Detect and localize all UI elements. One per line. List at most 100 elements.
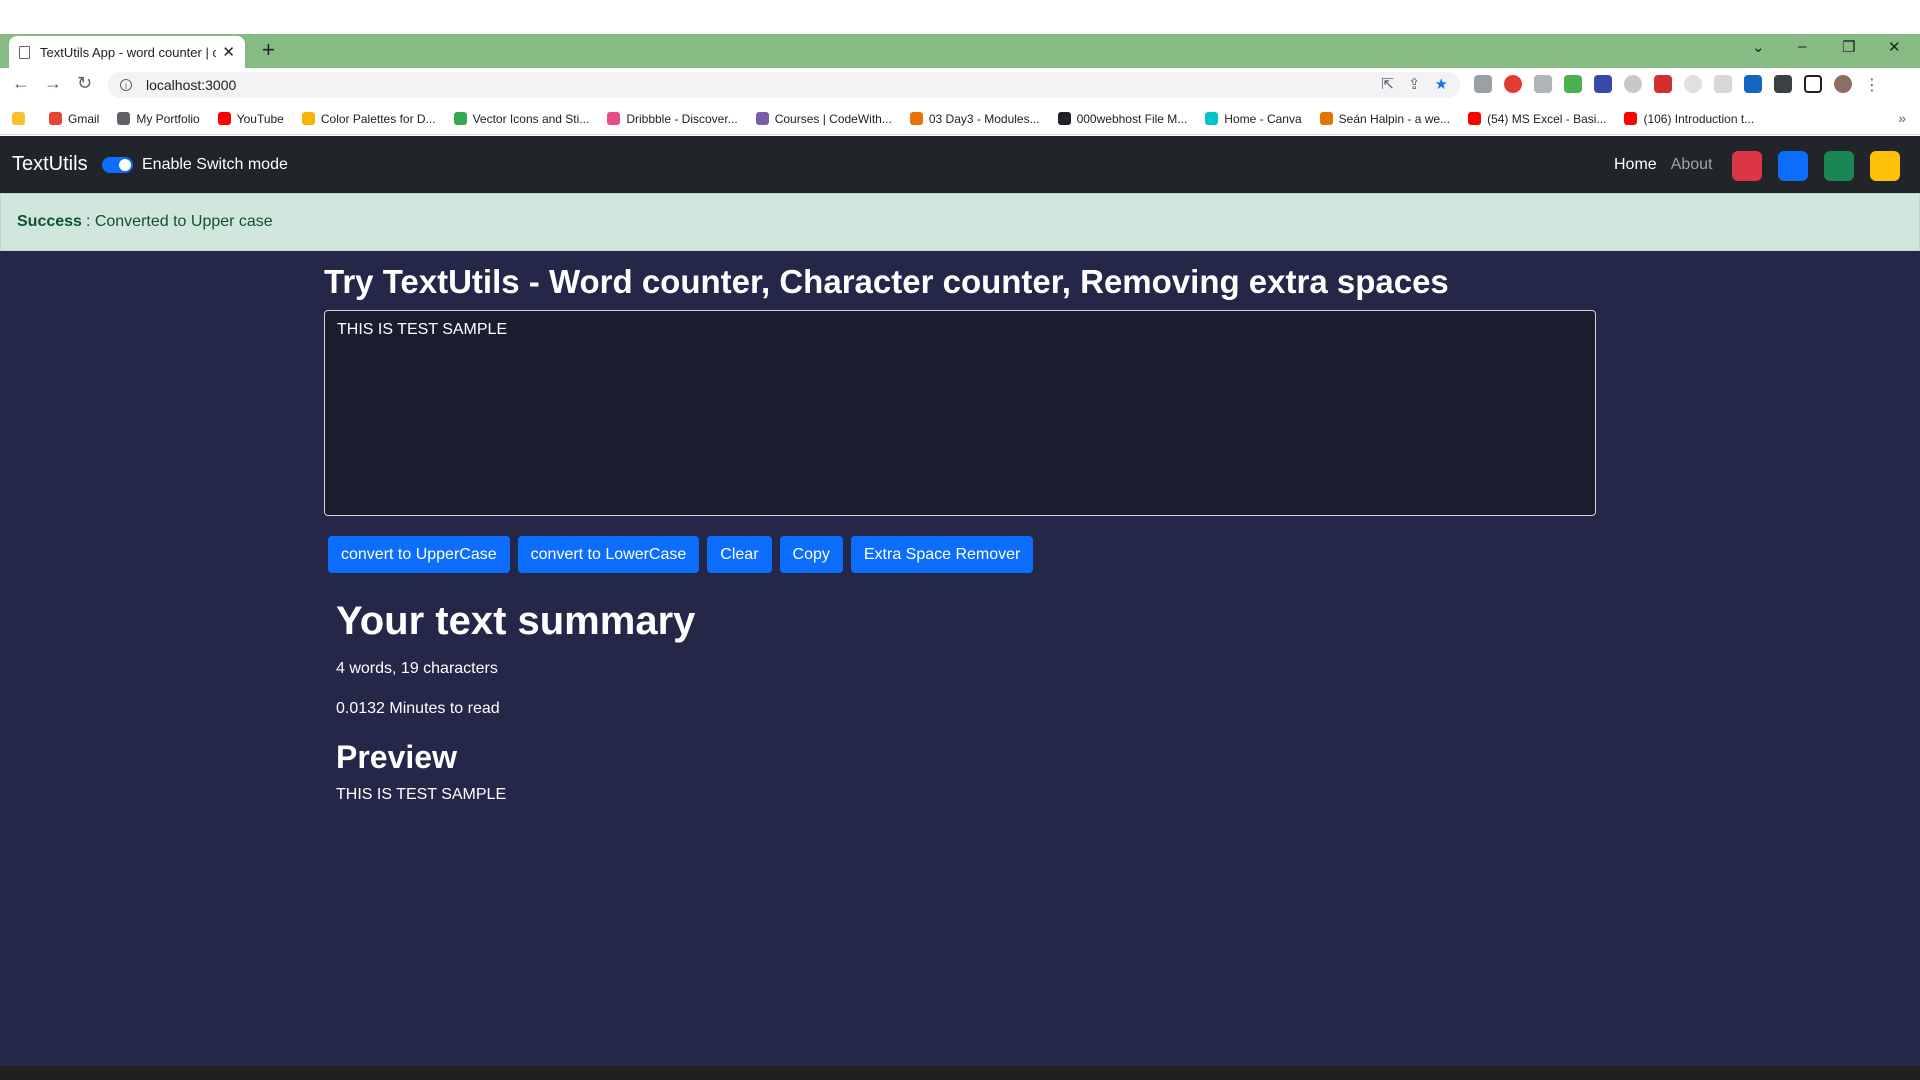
browser-toolbar: ← → ↻ i localhost:3000 ⇱ ⇪ ★ ⋮ <box>0 68 1920 103</box>
close-window-icon[interactable]: ✕ <box>1888 38 1901 56</box>
site-info-icon[interactable]: i <box>120 79 132 91</box>
clear-button[interactable]: Clear <box>707 536 772 573</box>
apps-bookmark[interactable] <box>12 112 31 125</box>
toggle-knob <box>119 159 131 171</box>
mode-switch[interactable]: Enable Switch mode <box>102 156 288 174</box>
bookmark-item[interactable]: Dribbble - Discover... <box>607 111 738 126</box>
close-tab-icon[interactable]: ✕ <box>222 43 235 61</box>
reload-icon[interactable]: ↻ <box>77 73 92 94</box>
bookmark-item[interactable]: (106) Introduction t... <box>1624 112 1754 126</box>
uppercase-button[interactable]: convert to UpperCase <box>328 536 510 573</box>
restore-icon[interactable]: ❐ <box>1842 38 1855 56</box>
action-buttons: convert to UpperCase convert to LowerCas… <box>328 536 1034 573</box>
summary-title: Your text summary <box>336 599 696 643</box>
browser-tab[interactable]: TextUtils App - word counter | ch ✕ <box>9 36 245 68</box>
red-theme-swatch[interactable] <box>1732 151 1762 181</box>
share-icon[interactable]: ⇪ <box>1408 75 1421 93</box>
bookmark-label: (54) MS Excel - Basi... <box>1487 111 1607 126</box>
extra-space-remover-button[interactable]: Extra Space Remover <box>850 536 1034 573</box>
profile-avatar-icon[interactable] <box>1834 75 1852 93</box>
toggle-switch[interactable] <box>102 157 133 173</box>
nav-home[interactable]: Home <box>1614 156 1657 174</box>
bookmark-label: (106) Introduction t... <box>1643 111 1755 126</box>
bookmark-label: Seán Halpin - a we... <box>1338 111 1451 126</box>
bookmark-favicon-icon <box>49 112 62 125</box>
opera-extension-icon[interactable] <box>1504 75 1522 93</box>
minimize-icon[interactable]: – <box>1798 38 1806 55</box>
forward-icon[interactable]: → <box>44 73 62 94</box>
check-extension-icon[interactable] <box>1624 75 1642 93</box>
bookmark-label: Color Palettes for D... <box>320 111 436 126</box>
bookmark-label: Vector Icons and Sti... <box>472 111 590 126</box>
green-theme-swatch[interactable] <box>1824 151 1854 181</box>
bookmark-label: Dribbble - Discover... <box>626 111 738 126</box>
nav-about[interactable]: About <box>1671 156 1713 174</box>
bookmark-item[interactable]: Vector Icons and Sti... <box>453 111 590 126</box>
side-panel-icon[interactable] <box>1804 75 1822 93</box>
bookmark-item[interactable]: 03 Day3 - Modules... <box>909 111 1040 126</box>
bookmark-label: YouTube <box>236 111 284 126</box>
bookmark-item[interactable]: Seán Halpin - a we... <box>1319 111 1451 126</box>
extensions-bar: ⋮ <box>1474 75 1880 95</box>
bookmark-item[interactable]: Home - Canva <box>1205 111 1302 126</box>
bookmark-item[interactable]: YouTube <box>217 111 284 126</box>
bookmarks-bar: Gmail My Portfolio YouTube Color Palettes f… <box>0 103 1920 135</box>
more-bookmarks-icon[interactable]: » <box>1898 110 1906 126</box>
yellow-theme-swatch[interactable] <box>1870 151 1900 181</box>
os-taskbar <box>0 1066 1920 1080</box>
nav-links: Home About <box>1614 156 1713 174</box>
tab-search-icon[interactable]: ⌄ <box>1752 38 1765 56</box>
bookmark-item[interactable]: (54) MS Excel - Basi... <box>1468 112 1606 126</box>
r-extension-icon[interactable] <box>1744 75 1762 93</box>
url-text[interactable]: localhost:3000 <box>146 77 236 93</box>
blue-theme-swatch[interactable] <box>1778 151 1808 181</box>
island-extension-icon[interactable] <box>1564 75 1582 93</box>
address-bar[interactable]: i localhost:3000 ⇱ ⇪ ★ <box>108 72 1460 98</box>
preview-title: Preview <box>336 739 457 775</box>
word-char-count: 4 words, 19 characters <box>336 660 498 677</box>
bookmark-favicon-icon <box>607 112 621 125</box>
text-summary: Your text summary 4 words, 19 characters… <box>336 593 695 807</box>
open-in-app-icon[interactable]: ⇱ <box>1381 75 1394 93</box>
bookmark-item[interactable]: Gmail <box>49 112 99 126</box>
tools-extension-icon[interactable] <box>1594 75 1612 93</box>
bug-extension-icon[interactable] <box>1534 75 1552 93</box>
bookmark-label: Courses | CodeWith... <box>774 111 892 126</box>
circle-extension-icon[interactable] <box>1684 75 1702 93</box>
new-tab-icon[interactable]: + <box>262 37 275 63</box>
puzzle-extensions-icon[interactable] <box>1774 75 1792 93</box>
bookmark-favicon-icon <box>117 112 131 125</box>
alert-message: : Converted to Upper case <box>85 213 273 230</box>
alert-type: Success <box>17 213 82 230</box>
bookmark-label: Home - Canva <box>1224 111 1302 126</box>
bookmark-label: Gmail <box>68 111 100 126</box>
bookmark-favicon-icon <box>1624 112 1638 125</box>
bookmark-favicon-icon <box>755 112 769 125</box>
copy-button[interactable]: Copy <box>779 536 843 573</box>
bookmark-label: 03 Day3 - Modules... <box>928 111 1040 126</box>
bookmark-star-icon[interactable]: ★ <box>1435 75 1448 93</box>
back-icon[interactable]: ← <box>12 73 30 94</box>
bookmark-item[interactable]: My Portfolio <box>117 111 200 126</box>
page-icon <box>19 45 30 59</box>
bookmark-item[interactable]: Courses | CodeWith... <box>755 111 892 126</box>
folder-icon <box>12 112 25 125</box>
bookmark-favicon-icon <box>453 112 467 125</box>
lowercase-button[interactable]: convert to LowerCase <box>517 536 700 573</box>
bookmark-item[interactable]: 000webhost File M... <box>1057 111 1188 126</box>
bookmark-favicon-icon <box>301 112 315 125</box>
k-extension-icon[interactable] <box>1714 75 1732 93</box>
preview-text: THIS IS TEST SAMPLE <box>336 786 507 803</box>
browser-tab-strip: TextUtils App - word counter | ch ✕ + ⌄ … <box>0 34 1920 68</box>
read-time: 0.0132 Minutes to read <box>336 700 500 717</box>
app-navbar: TextUtils Enable Switch mode Home About <box>0 136 1920 193</box>
text-input[interactable] <box>324 310 1596 516</box>
bookmark-label: 000webhost File M... <box>1076 111 1188 126</box>
screenshot-extension-icon[interactable] <box>1654 75 1672 93</box>
menu-kebab-icon[interactable]: ⋮ <box>1864 75 1880 95</box>
brand-link[interactable]: TextUtils <box>12 153 88 176</box>
bookmark-favicon-icon <box>1468 112 1482 125</box>
bookmark-label: My Portfolio <box>136 111 200 126</box>
shield-extension-icon[interactable] <box>1474 75 1492 93</box>
bookmark-item[interactable]: Color Palettes for D... <box>301 111 436 126</box>
